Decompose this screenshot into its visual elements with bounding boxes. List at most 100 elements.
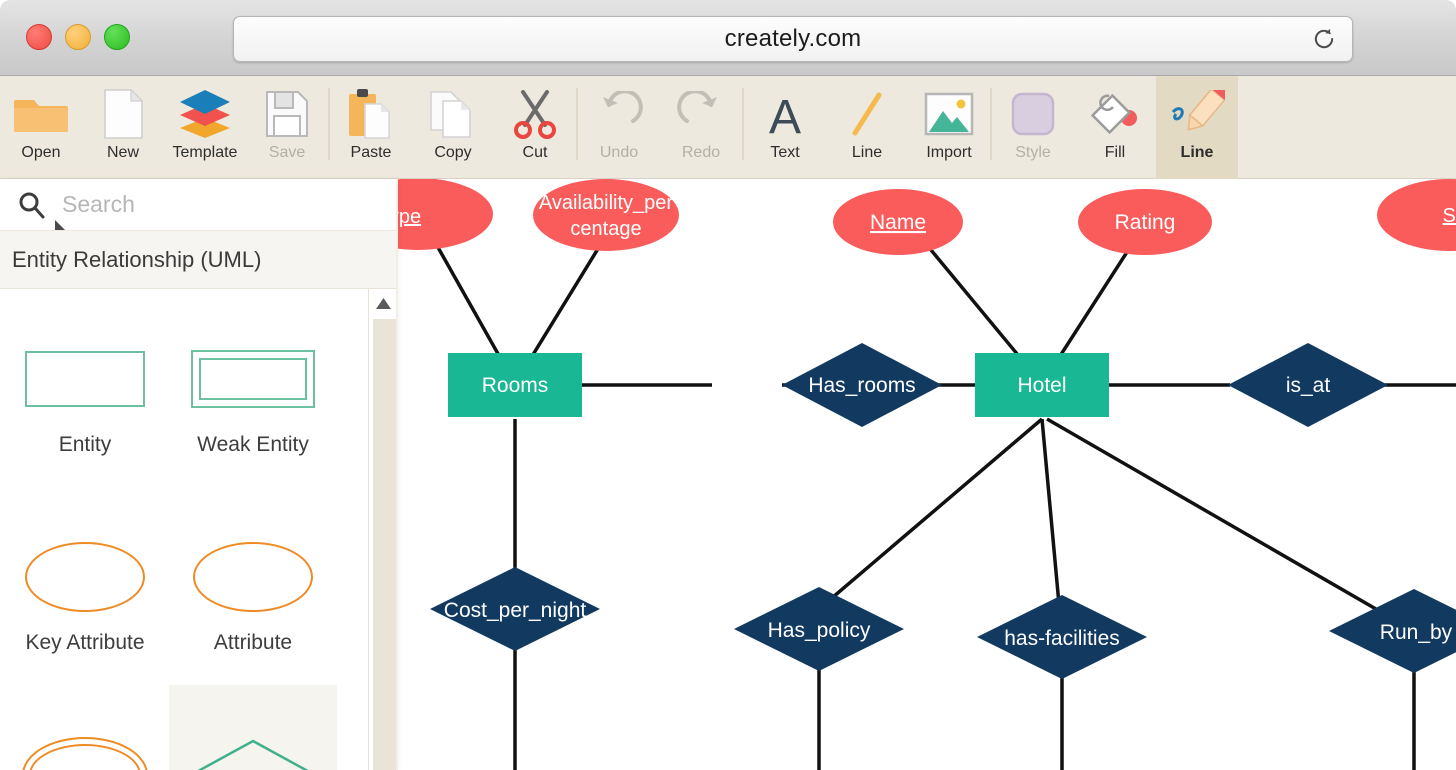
attribute-name-label: Name — [870, 211, 926, 234]
pencil-icon — [1169, 86, 1225, 142]
shape-item-weak-entity[interactable]: Weak Entity — [169, 289, 337, 487]
panel-scrollbar-track[interactable] — [373, 319, 397, 770]
line-style-button[interactable]: Line — [1156, 76, 1238, 179]
triangle-up-icon[interactable] — [369, 289, 397, 318]
redo-label: Redo — [682, 144, 720, 162]
entity-shape-icon — [25, 333, 145, 425]
canvas-left-edge — [396, 179, 398, 770]
floppy-icon — [266, 86, 308, 142]
fill-button[interactable]: Fill — [1074, 76, 1156, 179]
paint-bucket-icon — [1089, 86, 1141, 142]
address-bar[interactable]: creately.com — [233, 16, 1353, 62]
attribute-star-label: St — [1443, 205, 1456, 227]
import-label: Import — [926, 144, 971, 162]
open-button[interactable]: Open — [0, 76, 82, 179]
attribute-rating-label: Rating — [1115, 211, 1176, 234]
save-label: Save — [269, 144, 305, 162]
url-text: creately.com — [725, 25, 862, 53]
clipboard-icon — [346, 86, 396, 142]
attribute-nodes: ype Availability_per centage Name Rating… — [397, 179, 1456, 255]
entity-hotel-label: Hotel — [1017, 374, 1066, 397]
relationship-shape-icon — [185, 729, 321, 770]
relationship-is-at-label: is_at — [1286, 374, 1331, 397]
shape-item-attribute[interactable]: Attribute — [169, 487, 337, 685]
relationship-has-policy-label: Has_policy — [768, 619, 871, 642]
creately-app-window: creately.com Open — [0, 0, 1456, 770]
shape-label: Entity — [59, 433, 112, 457]
shape-grid: Entity Weak Entity Key Attribute Attribu… — [0, 289, 397, 770]
shape-item-relationship[interactable] — [169, 685, 337, 770]
rounded-square-icon — [1010, 86, 1056, 142]
attribute-availability-line1: Availability_per — [539, 192, 673, 214]
relationship-cost-per-night-label: Cost_per_night — [444, 599, 587, 622]
search-row — [0, 179, 397, 231]
shape-library-panel: Entity Relationship (UML) Entity Weak En… — [0, 179, 397, 770]
reload-icon[interactable] — [1310, 25, 1338, 53]
relationship-nodes: Has_rooms is_at Cost_per_night Has_polic… — [430, 343, 1456, 679]
attribute-shape-icon — [193, 531, 313, 623]
fill-label: Fill — [1105, 144, 1125, 162]
redo-arrow-icon — [677, 86, 725, 142]
import-button[interactable]: Import — [908, 76, 990, 179]
shape-grid-area: Entity Weak Entity Key Attribute Attribu… — [0, 289, 397, 770]
template-label: Template — [173, 144, 238, 162]
layers-icon — [177, 86, 233, 142]
style-button[interactable]: Style — [992, 76, 1074, 179]
paste-label: Paste — [351, 144, 392, 162]
scissors-icon — [511, 86, 559, 142]
template-button[interactable]: Template — [164, 76, 246, 179]
close-window-button[interactable] — [26, 24, 52, 50]
search-input[interactable] — [62, 191, 397, 218]
text-label: Text — [770, 144, 799, 162]
shape-category-label: Entity Relationship (UML) — [12, 247, 261, 273]
copy-label: Copy — [434, 144, 471, 162]
attribute-type-label: ype — [397, 206, 421, 228]
undo-label: Undo — [600, 144, 638, 162]
redo-button[interactable]: Redo — [660, 76, 742, 179]
shape-item-entity[interactable]: Entity — [1, 289, 169, 487]
connector-lines — [422, 219, 1456, 770]
undo-button[interactable]: Undo — [578, 76, 660, 179]
attribute-availability[interactable] — [533, 179, 679, 251]
open-label: Open — [21, 144, 60, 162]
paste-button[interactable]: Paste — [330, 76, 412, 179]
shape-category-header[interactable]: Entity Relationship (UML) — [0, 231, 397, 289]
new-label: New — [107, 144, 139, 162]
weak-entity-shape-icon — [191, 333, 315, 425]
main-toolbar: Open New Template — [0, 76, 1456, 179]
panel-scrollbar[interactable] — [368, 289, 397, 770]
copy-icon — [429, 86, 477, 142]
cut-button[interactable]: Cut — [494, 76, 576, 179]
relationship-run-by-label: Run_by — [1380, 621, 1453, 644]
image-icon — [924, 86, 974, 142]
text-button[interactable]: A Text — [744, 76, 826, 179]
diagonal-line-icon — [847, 86, 887, 142]
new-button[interactable]: New — [82, 76, 164, 179]
zoom-window-button[interactable] — [104, 24, 130, 50]
er-diagram: ype Availability_per centage Name Rating… — [397, 179, 1456, 770]
search-icon — [0, 190, 62, 220]
panel-corner-marker — [55, 220, 65, 230]
window-controls — [26, 24, 130, 50]
entity-rooms-label: Rooms — [482, 374, 549, 397]
page-icon — [103, 86, 143, 142]
relationship-has-facilities-label: has-facilities — [1004, 627, 1120, 650]
shape-label: Key Attribute — [25, 631, 144, 655]
copy-button[interactable]: Copy — [412, 76, 494, 179]
undo-arrow-icon — [595, 86, 643, 142]
svg-text:A: A — [769, 91, 801, 137]
shape-item-key-attribute[interactable]: Key Attribute — [1, 487, 169, 685]
save-button[interactable]: Save — [246, 76, 328, 179]
diagram-canvas[interactable]: ype Availability_per centage Name Rating… — [397, 179, 1456, 770]
style-label: Style — [1015, 144, 1051, 162]
cut-label: Cut — [523, 144, 548, 162]
line-label: Line — [852, 144, 882, 162]
shape-item-multivalued-attribute[interactable] — [1, 685, 169, 770]
relationship-has-rooms-label: Has_rooms — [808, 374, 915, 397]
text-a-icon: A — [763, 86, 807, 142]
line-tool-button[interactable]: Line — [826, 76, 908, 179]
folder-icon — [14, 86, 68, 142]
attribute-availability-line2: centage — [570, 218, 641, 240]
minimize-window-button[interactable] — [65, 24, 91, 50]
key-attribute-shape-icon — [25, 531, 145, 623]
